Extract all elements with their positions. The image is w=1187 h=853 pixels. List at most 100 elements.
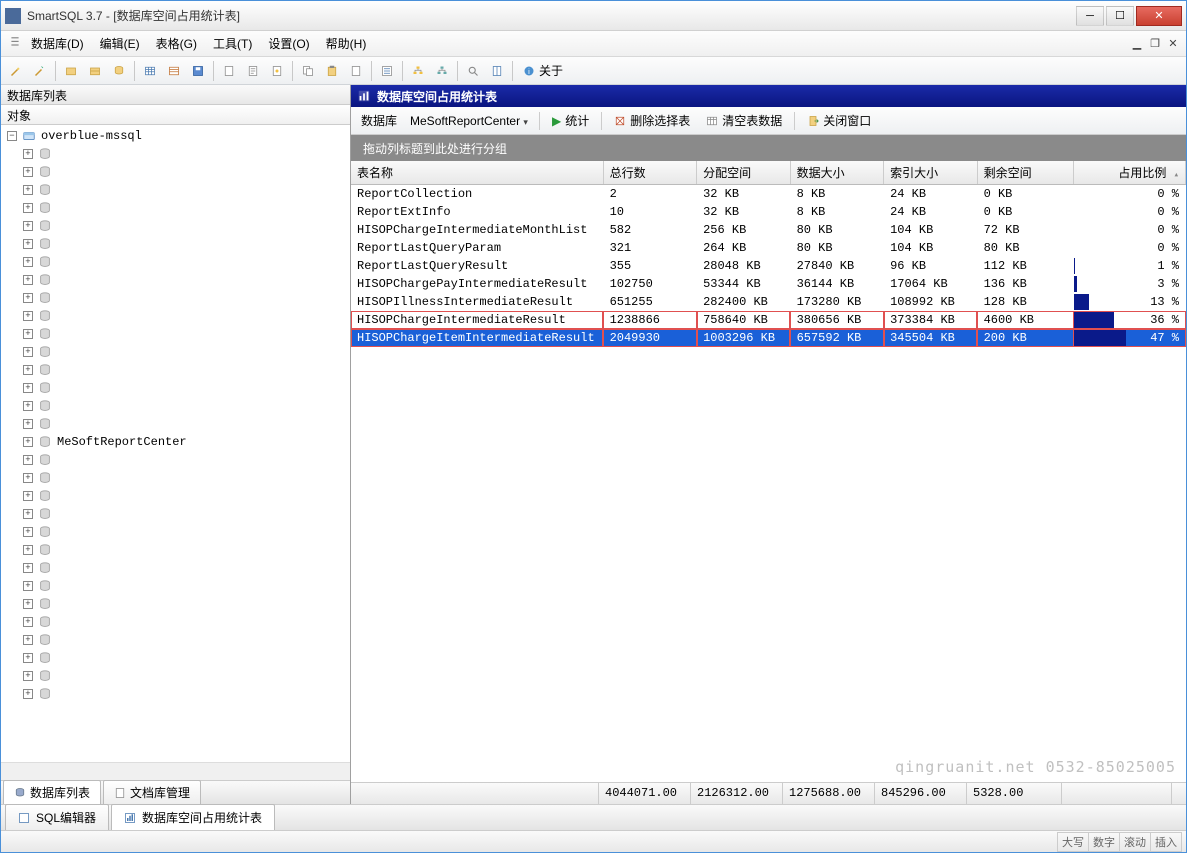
expander-icon[interactable]: +	[23, 689, 33, 699]
column-header[interactable]: 占用比例 ▴	[1074, 161, 1186, 185]
tree-db-row[interactable]: +	[1, 325, 350, 343]
expander-icon[interactable]: +	[23, 401, 33, 411]
tool-11[interactable]	[266, 60, 288, 82]
tree-db-row[interactable]: +	[1, 523, 350, 541]
tree-db-row[interactable]: +	[1, 271, 350, 289]
mdi-close-button[interactable]: ✕	[1166, 37, 1180, 51]
tree-db-row[interactable]: +	[1, 451, 350, 469]
tool-16[interactable]	[407, 60, 429, 82]
tree-db-row[interactable]: +	[1, 253, 350, 271]
tree-db-row[interactable]: +	[1, 541, 350, 559]
tool-new-conn[interactable]	[5, 60, 27, 82]
table-row[interactable]: HISOPChargeIntermediateMonthList582256 K…	[351, 221, 1186, 239]
tree-db-row[interactable]: +	[1, 649, 350, 667]
expander-icon[interactable]: +	[23, 347, 33, 357]
db-selector[interactable]: MeSoftReportCenter ▾	[405, 111, 533, 131]
expander-icon[interactable]: +	[23, 437, 33, 447]
tree-db-row[interactable]: +	[1, 577, 350, 595]
group-by-bar[interactable]: 拖动列标题到此处进行分组	[351, 135, 1186, 161]
menu-item[interactable]: 工具(T)	[205, 32, 260, 55]
tree-db-row[interactable]: +	[1, 667, 350, 685]
tool-7[interactable]	[163, 60, 185, 82]
tool-3[interactable]	[60, 60, 82, 82]
tree-scroll[interactable]: −overblue-mssql+++++++++++++++++MeSoftRe…	[1, 125, 350, 762]
stats-button[interactable]: ▶ 统计	[546, 110, 595, 131]
expander-icon[interactable]: −	[7, 131, 17, 141]
minimize-button[interactable]: ─	[1076, 6, 1104, 26]
expander-icon[interactable]: +	[23, 383, 33, 393]
expander-icon[interactable]: +	[23, 509, 33, 519]
expander-icon[interactable]: +	[23, 221, 33, 231]
tool-10[interactable]	[242, 60, 264, 82]
tree-db-row[interactable]: +	[1, 343, 350, 361]
tool-18[interactable]	[462, 60, 484, 82]
maximize-button[interactable]: ☐	[1106, 6, 1134, 26]
expander-icon[interactable]: +	[23, 275, 33, 285]
tree-db-row[interactable]: +	[1, 559, 350, 577]
expander-icon[interactable]: +	[23, 653, 33, 663]
column-header[interactable]: 分配空间	[697, 161, 791, 185]
tree-db-row[interactable]: +	[1, 487, 350, 505]
close-panel-button[interactable]: 关闭窗口	[801, 110, 877, 131]
tool-4[interactable]	[84, 60, 106, 82]
expander-icon[interactable]: +	[23, 365, 33, 375]
expander-icon[interactable]: +	[23, 239, 33, 249]
expander-icon[interactable]: +	[23, 293, 33, 303]
expander-icon[interactable]: +	[23, 581, 33, 591]
column-header[interactable]: 剩余空间	[977, 161, 1074, 185]
expander-icon[interactable]: +	[23, 599, 33, 609]
expander-icon[interactable]: +	[23, 617, 33, 627]
tree-db-row[interactable]: +	[1, 181, 350, 199]
about-button[interactable]: i 关于	[517, 62, 569, 79]
tree-db-row[interactable]: +	[1, 361, 350, 379]
expander-icon[interactable]: +	[23, 329, 33, 339]
column-header[interactable]: 表名称	[351, 161, 603, 185]
titlebar[interactable]: SmartSQL 3.7 - [数据库空间占用统计表] ─ ☐ ✕	[1, 1, 1186, 31]
table-row[interactable]: ReportLastQueryParam321264 KB80 KB104 KB…	[351, 239, 1186, 257]
tree-db-row[interactable]: +	[1, 469, 350, 487]
tree-db-row[interactable]: +	[1, 631, 350, 649]
mdi-minimize-button[interactable]: ▁	[1130, 37, 1144, 51]
menu-item[interactable]: 设置(O)	[260, 32, 317, 55]
tree-db-row[interactable]: +	[1, 685, 350, 703]
tool-12[interactable]	[297, 60, 319, 82]
tree-db-row[interactable]: +	[1, 235, 350, 253]
column-header[interactable]: 数据大小	[790, 161, 884, 185]
tree-db-row[interactable]: +	[1, 415, 350, 433]
tool-8[interactable]	[187, 60, 209, 82]
tool-17[interactable]	[431, 60, 453, 82]
expander-icon[interactable]: +	[23, 203, 33, 213]
tool-19[interactable]	[486, 60, 508, 82]
table-row[interactable]: HISOPIllnessIntermediateResult6512552824…	[351, 293, 1186, 311]
left-tab-dblist[interactable]: 数据库列表	[3, 780, 101, 804]
tab-sql-editor[interactable]: SQL编辑器	[5, 804, 109, 830]
tool-15[interactable]	[376, 60, 398, 82]
expander-icon[interactable]: +	[23, 257, 33, 267]
tree-db-row[interactable]: +	[1, 289, 350, 307]
tab-space-stats[interactable]: 数据库空间占用统计表	[111, 804, 275, 830]
tool-14[interactable]	[345, 60, 367, 82]
expander-icon[interactable]: +	[23, 545, 33, 555]
menu-grip[interactable]	[7, 33, 23, 54]
tree-db-row[interactable]: +	[1, 505, 350, 523]
expander-icon[interactable]: +	[23, 491, 33, 501]
column-header[interactable]: 总行数	[603, 161, 697, 185]
menu-item[interactable]: 帮助(H)	[318, 32, 375, 55]
tool-6[interactable]	[139, 60, 161, 82]
tree-server-row[interactable]: −overblue-mssql	[1, 127, 350, 145]
left-tab-docmgr[interactable]: 文档库管理	[103, 780, 201, 804]
column-header[interactable]: 索引大小	[884, 161, 978, 185]
tree-db-row[interactable]: +	[1, 379, 350, 397]
tree-db-row[interactable]: +	[1, 217, 350, 235]
table-row[interactable]: ReportCollection232 KB8 KB24 KB0 KB0 %	[351, 185, 1186, 204]
table-row[interactable]: ReportExtInfo1032 KB8 KB24 KB0 KB0 %	[351, 203, 1186, 221]
delete-selected-button[interactable]: 删除选择表	[608, 110, 696, 131]
menu-item[interactable]: 表格(G)	[148, 32, 205, 55]
tree-db-row[interactable]: +	[1, 595, 350, 613]
tool-5[interactable]	[108, 60, 130, 82]
expander-icon[interactable]: +	[23, 527, 33, 537]
tree-db-row[interactable]: +	[1, 307, 350, 325]
expander-icon[interactable]: +	[23, 419, 33, 429]
table-row[interactable]: ReportLastQueryResult35528048 KB27840 KB…	[351, 257, 1186, 275]
grid-scroll[interactable]: 表名称总行数分配空间数据大小索引大小剩余空间占用比例 ▴ ReportColle…	[351, 161, 1186, 782]
